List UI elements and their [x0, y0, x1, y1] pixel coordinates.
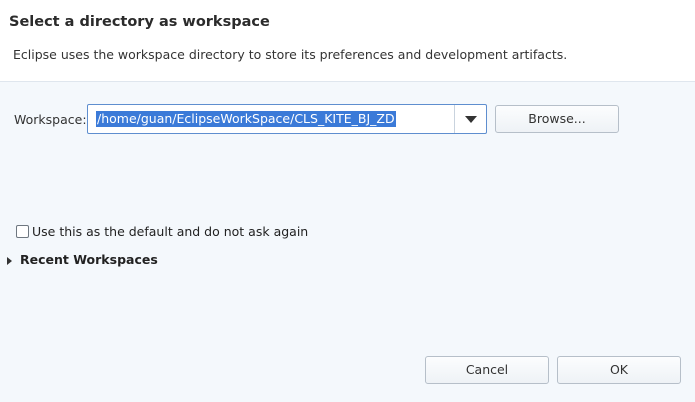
workspace-launcher-dialog: Select a directory as workspace Eclipse …	[0, 0, 695, 402]
dialog-header: Select a directory as workspace Eclipse …	[0, 0, 695, 82]
recent-workspaces-toggle[interactable]: Recent Workspaces	[7, 251, 158, 267]
cancel-button[interactable]: Cancel	[425, 356, 549, 384]
default-checkbox-label[interactable]: Use this as the default and do not ask a…	[32, 224, 308, 239]
workspace-combo[interactable]: /home/guan/EclipseWorkSpace/CLS_KITE_BJ_…	[87, 104, 487, 134]
expand-triangle-icon[interactable]	[7, 256, 12, 265]
recent-workspaces-label[interactable]: Recent Workspaces	[20, 252, 158, 267]
workspace-path-input[interactable]: /home/guan/EclipseWorkSpace/CLS_KITE_BJ_…	[96, 111, 396, 127]
workspace-dropdown-button[interactable]	[455, 105, 487, 133]
default-checkbox[interactable]	[16, 224, 29, 238]
workspace-label: Workspace:	[14, 112, 87, 127]
default-checkbox-row[interactable]: Use this as the default and do not ask a…	[16, 223, 308, 239]
browse-button[interactable]: Browse...	[495, 105, 619, 133]
chevron-down-icon	[465, 116, 477, 123]
dialog-message: Eclipse uses the workspace directory to …	[13, 47, 568, 62]
dialog-title: Select a directory as workspace	[9, 14, 270, 30]
ok-button[interactable]: OK	[557, 356, 681, 384]
